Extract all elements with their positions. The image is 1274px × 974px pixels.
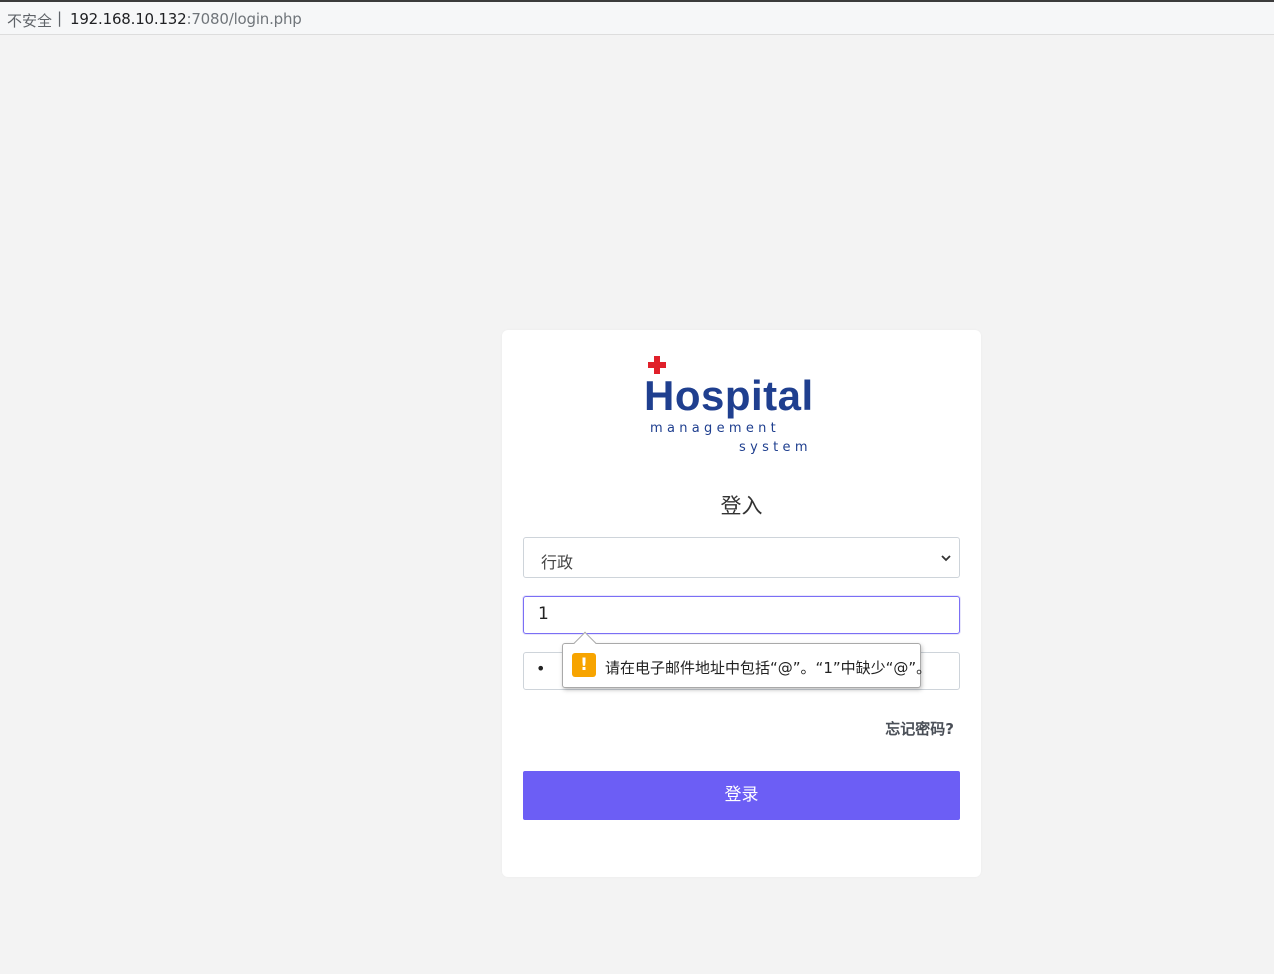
role-select[interactable]: 行政 (523, 537, 960, 578)
login-button[interactable]: 登录 (523, 771, 960, 820)
address-bar[interactable]: 不安全 | 192.168.10.132:7080/login.php (0, 2, 1274, 35)
email-field-value: 1 (538, 604, 549, 624)
logo-word: Hospital (644, 372, 814, 419)
login-title: 登入 (720, 494, 763, 518)
hospital-logo: Hospital management system (644, 356, 814, 455)
password-field-value: • (536, 659, 546, 678)
validation-tooltip: ! 请在电子邮件地址中包括“@”。“1”中缺少“@”。 (562, 631, 931, 688)
forgot-password-link[interactable]: 忘记密码? (885, 718, 954, 739)
login-card: Hospital management system 登入 行政 1 • 忘记密… (502, 330, 981, 877)
address-separator: | (57, 9, 63, 27)
url-text[interactable]: 192.168.10.132:7080/login.php (70, 10, 302, 28)
url-host: 192.168.10.132 (70, 10, 187, 28)
warning-icon: ! (572, 653, 596, 677)
role-select-value: 行政 (541, 553, 574, 572)
validation-message: 请在电子邮件地址中包括“@”。“1”中缺少“@”。 (605, 659, 932, 677)
security-indicator[interactable]: 不安全 (7, 10, 52, 31)
email-field[interactable]: 1 (523, 596, 960, 634)
logo-line-3: system (739, 440, 812, 455)
chevron-down-icon (941, 555, 951, 562)
logo-line-2: management (650, 421, 780, 436)
url-path: :7080/login.php (186, 10, 302, 28)
address-bar-divider (0, 35, 1274, 38)
